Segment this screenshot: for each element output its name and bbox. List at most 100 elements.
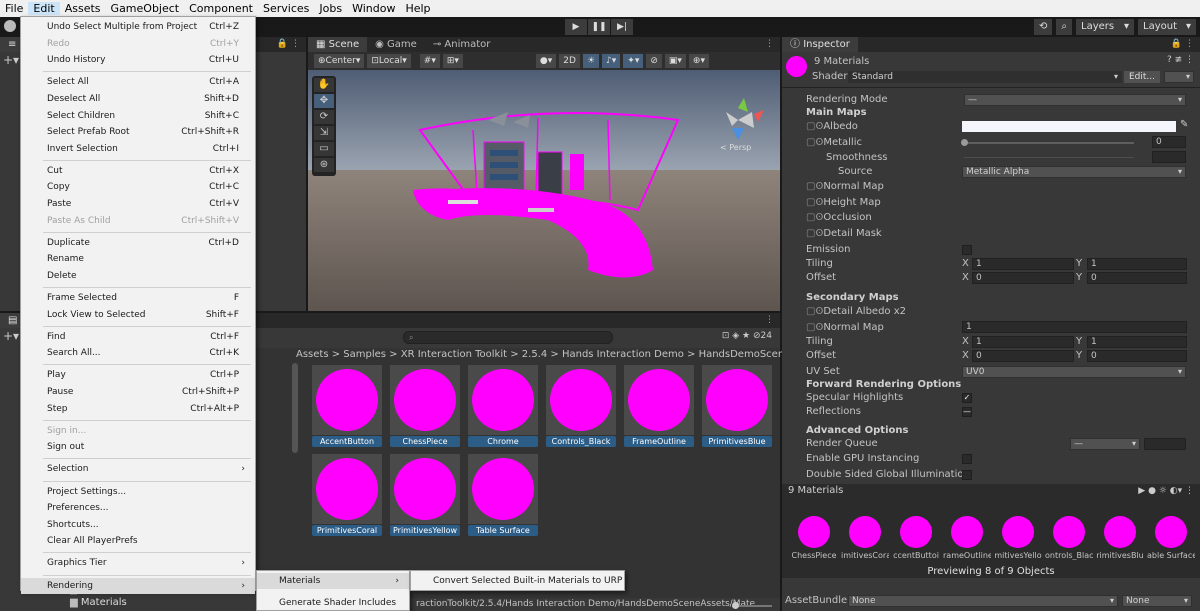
lock-icon[interactable]: 🔒 ⋮ [277,37,306,52]
asset-tile[interactable]: PrimitivesCoral [312,454,382,536]
assetbundle-dropdown[interactable]: None [848,595,1118,607]
lighting-icon[interactable]: ☀ [582,54,600,68]
metallic-value[interactable]: 0 [1152,136,1186,148]
menu-component[interactable]: Component [184,2,258,15]
offset-y-field[interactable]: 0 [1087,272,1187,284]
menu-item-materials[interactable]: Materials › [257,573,409,589]
menu-item-rename[interactable]: Rename [21,251,255,267]
asset-tile[interactable]: FrameOutline [624,365,694,447]
hand-tool-icon[interactable]: ✋ [314,78,334,92]
tab-inspector[interactable]: ⓘ Inspector [782,37,858,52]
slider-handle[interactable] [961,139,968,146]
pause-button[interactable]: ❚❚ [588,19,610,35]
menu-item-select-all[interactable]: Select All Ctrl+A [21,74,255,90]
menu-item-duplicate[interactable]: Duplicate Ctrl+D [21,235,255,251]
slider-handle[interactable] [732,602,739,609]
menu-item-paste[interactable]: Paste Ctrl+V [21,196,255,212]
menu-item-project-settings[interactable]: Project Settings... [21,484,255,500]
metallic-slider[interactable] [961,139,1134,146]
menu-item-search-all[interactable]: Search All... Ctrl+K [21,345,255,361]
tiling-y-field[interactable]: 1 [1087,258,1187,270]
menu-item-convert-to-urp[interactable]: Convert Selected Built-in Materials to U… [411,573,624,589]
pivot-local-dropdown[interactable]: ⊡Local▾ [367,54,411,68]
menu-item-cut[interactable]: Cut Ctrl+X [21,163,255,179]
menu-item-sign-out[interactable]: Sign out [21,439,255,455]
breadcrumb[interactable]: Assets > Samples > XR Interaction Toolki… [296,349,862,363]
menu-help[interactable]: Help [400,2,435,15]
layout-dropdown[interactable]: Layout ▾ [1138,19,1196,35]
menu-item-preferences[interactable]: Preferences... [21,500,255,516]
menu-assets[interactable]: Assets [60,2,106,15]
asset-tile[interactable]: PrimitivesYellow [390,454,460,536]
menu-gameobject[interactable]: GameObject [106,2,185,15]
kebab-menu-icon[interactable]: ⋮ [765,313,780,328]
asset-tile[interactable]: Controls_Black [546,365,616,447]
menu-item-find[interactable]: Find Ctrl+F [21,329,255,345]
rendering-mode-dropdown[interactable]: — [964,94,1186,106]
tab-animator[interactable]: ⊸ Animator [425,37,499,52]
shader-dropdown[interactable]: Standard [848,71,1122,83]
light-icon[interactable]: ☼ [1159,486,1167,496]
favorite-icon[interactable]: ★ [742,331,750,341]
search-input[interactable]: ⌕ [403,331,613,344]
menu-item-undo-select-multiple-from-project[interactable]: Undo Select Multiple from Project Ctrl+Z [21,19,255,35]
menu-item-select-prefab-root[interactable]: Select Prefab Root Ctrl+Shift+R [21,124,255,140]
scrollbar[interactable] [292,363,298,453]
menu-item-pause[interactable]: Pause Ctrl+Shift+P [21,384,255,400]
albedo-color-field[interactable] [962,121,1176,132]
source-dropdown[interactable]: Metallic Alpha [962,166,1186,178]
normal-map2-value[interactable]: 1 [962,321,1187,333]
offset2-x-field[interactable]: 0 [972,350,1074,362]
tab-game[interactable]: ◉ Game [367,37,425,52]
add-icon[interactable]: +▾ [3,329,19,343]
audio-icon[interactable]: ♪▾ [602,54,621,68]
transform-tool-icon[interactable]: ⊛ [314,158,334,172]
menu-item-shortcuts[interactable]: Shortcuts... [21,517,255,533]
asset-tile[interactable]: AccentButton [312,365,382,447]
menu-services[interactable]: Services [258,2,314,15]
asset-tile[interactable]: Chrome [468,365,538,447]
smoothness-slider[interactable] [964,157,1134,158]
tiling-x-field[interactable]: 1 [972,258,1074,270]
pivot-center-dropdown[interactable]: ⊕Center▾ [314,54,365,68]
menu-file[interactable]: File [0,2,28,15]
reflections-checkbox[interactable]: — [962,407,972,417]
menu-item-copy[interactable]: Copy Ctrl+C [21,179,255,195]
uv-set-dropdown[interactable]: UV0 [962,366,1186,378]
eyedropper-icon[interactable]: ✎ [1180,119,1188,130]
grid-snap-icon[interactable]: #▾ [419,54,440,68]
render-queue-field[interactable] [1144,438,1186,450]
menu-item-generate-shader-includes[interactable]: Generate Shader Includes [257,595,409,611]
menu-item-play[interactable]: Play Ctrl+P [21,367,255,383]
sphere-icon[interactable]: ● [1148,486,1156,496]
offset2-y-field[interactable]: 0 [1087,350,1187,362]
kebab-menu-icon[interactable]: ⋮ [765,37,780,52]
account-icon[interactable] [4,20,16,32]
menu-jobs[interactable]: Jobs [314,2,347,15]
rotate-tool-icon[interactable]: ⟳ [314,110,334,124]
menu-edit[interactable]: Edit [28,2,60,15]
play-icon[interactable]: ▶ [1138,486,1145,496]
mode-2d-button[interactable]: 2D [559,54,580,68]
menu-item-selection[interactable]: Selection › [21,461,255,477]
gizmos-icon[interactable]: ⊕▾ [688,54,709,68]
menu-item-graphics-tier[interactable]: Graphics Tier › [21,555,255,571]
zoom-slider[interactable] [732,602,772,609]
scene-viewport[interactable]: < Persp ✋ ✥ ⟳ ⇲ ▭ ⊛ [308,70,780,311]
scale-tool-icon[interactable]: ⇲ [314,126,334,140]
kebab-menu-icon[interactable]: ⋮ [1185,486,1194,496]
hidden-packages-icon[interactable]: ⊘ [753,331,761,341]
search-icon[interactable]: ⌕ [1056,19,1072,35]
rect-tool-icon[interactable]: ▭ [314,142,334,156]
lock-icon[interactable]: 🔒 ⋮ [1171,37,1200,52]
menu-item-undo-history[interactable]: Undo History Ctrl+U [21,52,255,68]
render-queue-dropdown[interactable]: — [1070,438,1140,450]
menu-item-step[interactable]: Step Ctrl+Alt+P [21,401,255,417]
asset-tile[interactable]: PrimitivesBlue [702,365,772,447]
layers-dropdown[interactable]: Layers ▾ [1076,19,1134,35]
visibility-icon[interactable]: ⊘ [646,54,662,68]
tiling2-y-field[interactable]: 1 [1087,336,1187,348]
menu-item-rendering[interactable]: Rendering › [21,577,255,594]
add-icon[interactable]: +▾ [3,53,19,67]
tiling2-x-field[interactable]: 1 [972,336,1074,348]
